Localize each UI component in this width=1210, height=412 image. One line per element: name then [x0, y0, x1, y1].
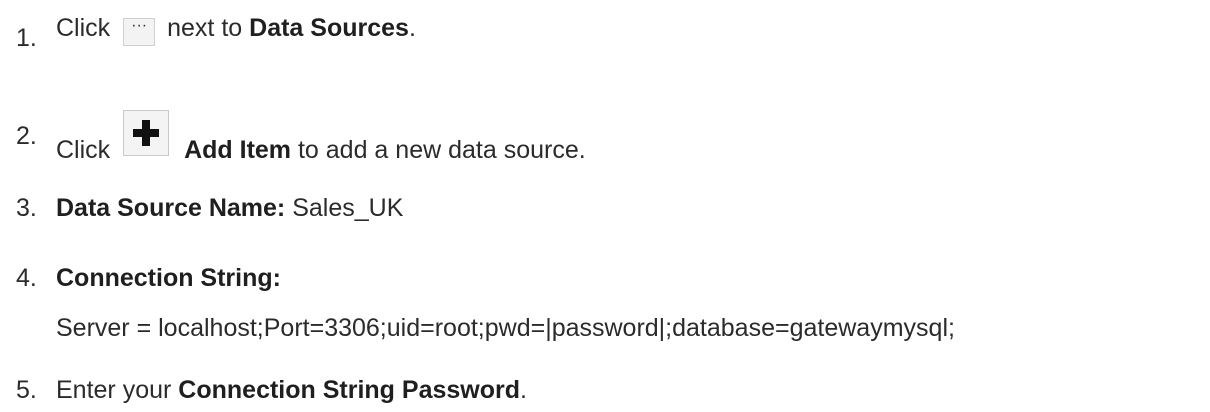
step-text: Click — [56, 14, 111, 42]
step-text: Enter your — [56, 376, 172, 404]
plus-icon[interactable] — [123, 110, 170, 156]
ellipsis-icon[interactable]: ··· — [123, 18, 156, 46]
connection-string-text: Server = localhost;Port=3306;uid=root;pw… — [56, 314, 955, 342]
data-sources-label: Data Sources — [249, 14, 409, 42]
step-text: to add a new data source. — [297, 136, 586, 164]
field-label: Connection String: — [56, 264, 281, 292]
field-label: Data Source Name: — [56, 194, 286, 222]
step-text: Click — [56, 136, 111, 164]
step-number: 3. — [16, 194, 37, 222]
step-number: 5. — [16, 376, 37, 404]
add-item-label: Add Item — [184, 136, 292, 164]
punctuation: . — [520, 376, 527, 404]
step-number: 1. — [16, 24, 37, 52]
step-number: 2. — [16, 122, 37, 150]
step-number: 4. — [16, 264, 37, 292]
punctuation: . — [408, 14, 416, 42]
password-label: Connection String Password — [178, 376, 520, 404]
field-value: Sales_UK — [292, 194, 404, 222]
step-text: next to — [167, 14, 243, 42]
